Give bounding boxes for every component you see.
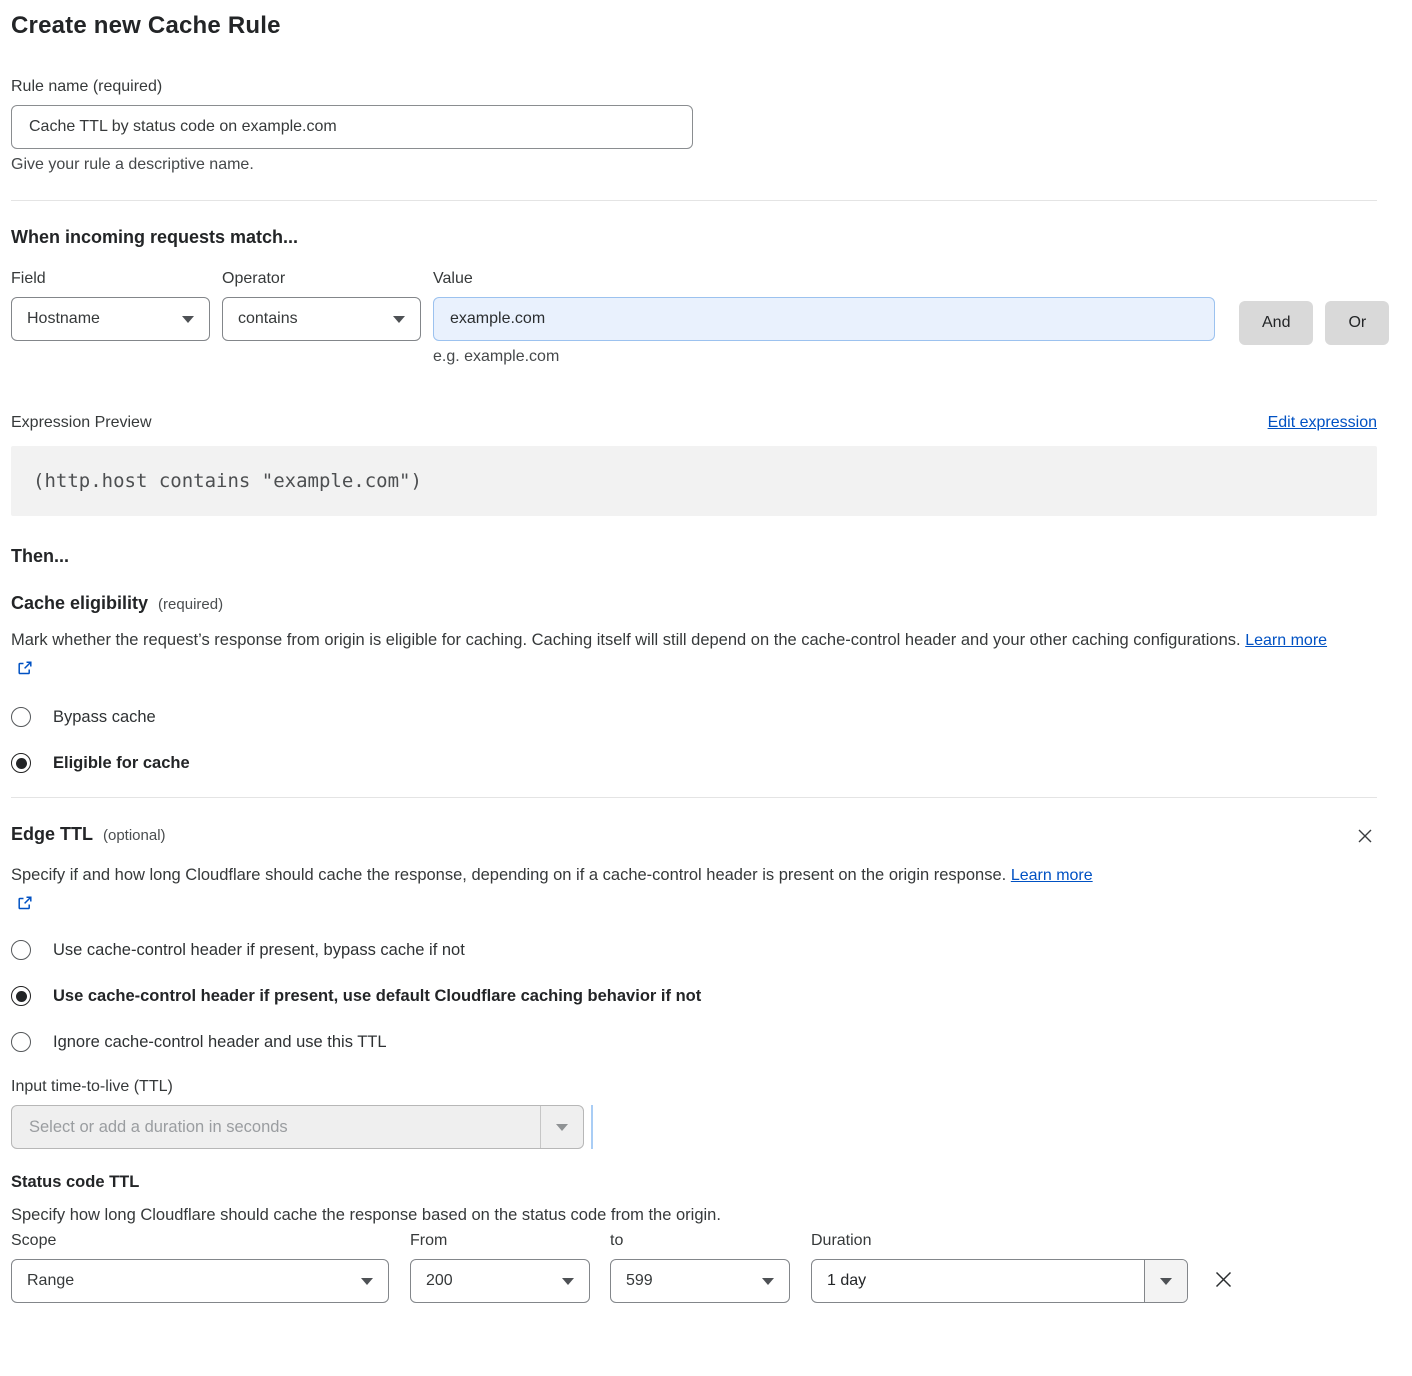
from-select[interactable]: 200	[410, 1259, 590, 1303]
optional-tag: (optional)	[103, 827, 166, 844]
radio-label: Bypass cache	[53, 708, 156, 727]
chevron-down-icon	[762, 1278, 774, 1285]
edge-ttl-heading: Edge TTL	[11, 824, 93, 845]
radio-icon	[11, 1032, 31, 1052]
scope-label: Scope	[11, 1232, 410, 1250]
value-column: Value e.g. example.com	[433, 270, 1215, 366]
to-label: to	[610, 1232, 811, 1250]
field-select[interactable]: Hostname	[11, 297, 210, 341]
radio-label: Use cache-control header if present, byp…	[53, 941, 465, 960]
match-heading: When incoming requests match...	[11, 227, 1377, 248]
radio-selected-icon	[11, 753, 31, 773]
expression-preview-label: Expression Preview	[11, 414, 152, 432]
scope-select[interactable]: Range	[11, 1259, 389, 1303]
radio-label: Eligible for cache	[53, 754, 190, 773]
value-input[interactable]	[433, 297, 1215, 341]
or-button[interactable]: Or	[1325, 301, 1389, 345]
external-link-icon	[17, 895, 33, 911]
cache-eligibility-heading: Cache eligibility	[11, 593, 148, 614]
chevron-down-icon	[562, 1278, 574, 1285]
delete-row-icon[interactable]	[1210, 1266, 1237, 1296]
rule-name-helper: Give your rule a descriptive name.	[11, 156, 1377, 174]
chevron-down-icon	[393, 316, 405, 323]
radio-label: Use cache-control header if present, use…	[53, 987, 701, 1006]
status-code-ttl-description: Specify how long Cloudflare should cache…	[11, 1206, 1377, 1225]
field-select-value: Hostname	[27, 310, 100, 328]
divider	[11, 200, 1377, 201]
radio-icon	[11, 940, 31, 960]
to-select[interactable]: 599	[610, 1259, 790, 1303]
to-select-value: 599	[626, 1272, 653, 1290]
close-icon[interactable]	[1353, 824, 1377, 851]
external-link-icon	[17, 660, 33, 676]
chevron-down-icon	[556, 1124, 568, 1131]
radio-eligible-for-cache[interactable]: Eligible for cache	[11, 753, 1377, 773]
cache-eligibility-description-text: Mark whether the request’s response from…	[11, 631, 1241, 649]
scope-select-value: Range	[27, 1272, 74, 1290]
radio-label: Ignore cache-control header and use this…	[53, 1033, 387, 1052]
operator-column: Operator contains	[222, 270, 421, 341]
required-tag: (required)	[158, 596, 223, 613]
cache-eligibility-description: Mark whether the request’s response from…	[11, 626, 1347, 683]
rule-name-label: Rule name (required)	[11, 78, 1377, 96]
field-column: Field Hostname	[11, 270, 210, 341]
from-label: From	[410, 1232, 610, 1250]
text-cursor	[591, 1105, 593, 1149]
duration-select[interactable]: 1 day	[811, 1259, 1188, 1303]
edge-ttl-description: Specify if and how long Cloudflare shoul…	[11, 861, 1111, 918]
match-row: Field Hostname Operator contains Value e…	[11, 270, 1377, 366]
rule-name-input[interactable]	[11, 105, 693, 149]
value-helper: e.g. example.com	[433, 348, 1215, 366]
learn-more-link[interactable]: Learn more	[1245, 632, 1327, 649]
value-label: Value	[433, 270, 1215, 288]
learn-more-link[interactable]: Learn more	[1011, 867, 1093, 884]
radio-icon	[11, 707, 31, 727]
duration-select-value: 1 day	[812, 1260, 1144, 1302]
edit-expression-link[interactable]: Edit expression	[1268, 414, 1377, 432]
operator-select-value: contains	[238, 310, 298, 328]
field-label: Field	[11, 270, 210, 288]
ttl-duration-select[interactable]: Select or add a duration in seconds	[11, 1105, 584, 1149]
expression-code: (http.host contains "example.com")	[11, 446, 1377, 516]
and-or-buttons: And Or	[1227, 270, 1389, 345]
status-code-ttl-row: Range 200 599 1 day	[11, 1259, 1377, 1303]
divider	[11, 797, 1377, 798]
duration-dropdown-button[interactable]	[1144, 1260, 1187, 1302]
status-code-ttl-heading: Status code TTL	[11, 1173, 1377, 1192]
ttl-input-label: Input time-to-live (TTL)	[11, 1078, 1377, 1096]
radio-selected-icon	[11, 986, 31, 1006]
radio-use-header-default[interactable]: Use cache-control header if present, use…	[11, 986, 1377, 1006]
ttl-duration-placeholder: Select or add a duration in seconds	[12, 1106, 540, 1148]
chevron-down-icon	[361, 1278, 373, 1285]
ttl-dropdown-button[interactable]	[540, 1106, 583, 1148]
radio-bypass-cache[interactable]: Bypass cache	[11, 707, 1377, 727]
duration-label: Duration	[811, 1232, 871, 1250]
then-heading: Then...	[11, 546, 1377, 567]
page-title: Create new Cache Rule	[11, 12, 1377, 40]
radio-ignore-header[interactable]: Ignore cache-control header and use this…	[11, 1032, 1377, 1052]
edge-ttl-description-text: Specify if and how long Cloudflare shoul…	[11, 866, 1006, 884]
operator-select[interactable]: contains	[222, 297, 421, 341]
chevron-down-icon	[1160, 1278, 1172, 1285]
radio-use-header-bypass[interactable]: Use cache-control header if present, byp…	[11, 940, 1377, 960]
from-select-value: 200	[426, 1272, 453, 1290]
and-button[interactable]: And	[1239, 301, 1313, 345]
operator-label: Operator	[222, 270, 421, 288]
chevron-down-icon	[182, 316, 194, 323]
